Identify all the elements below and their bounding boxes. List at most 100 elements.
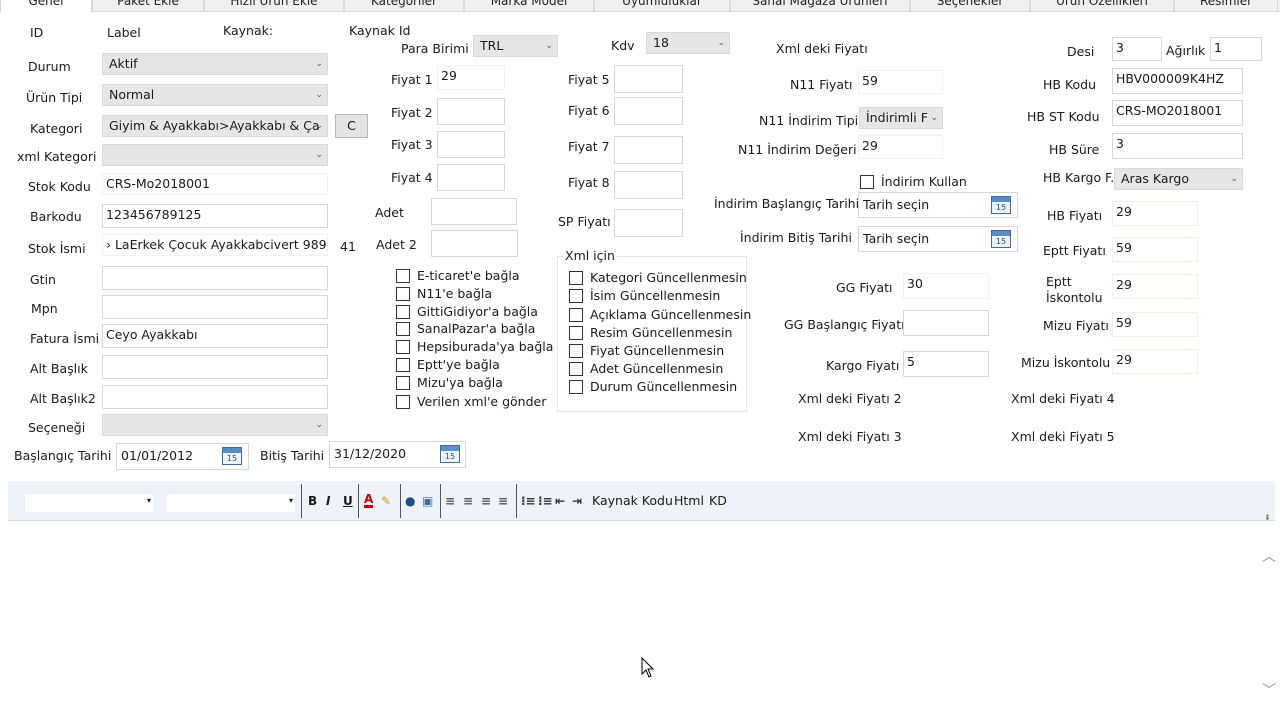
font-size-select[interactable]: ▾: [166, 493, 296, 513]
checkbox-box[interactable]: [569, 325, 583, 340]
checkbox-resim-guncellenmesin[interactable]: Resim Güncellenmesin: [569, 325, 732, 340]
font-color-button[interactable]: A: [364, 493, 374, 508]
hb-st-kodu-input[interactable]: CRS-MO2018001: [1112, 100, 1243, 126]
font-family-select[interactable]: ▾: [24, 493, 154, 513]
checkbox-kategori-guncellenmesin[interactable]: Kategori Güncellenmesin: [569, 270, 747, 285]
gg-baslangic-input[interactable]: [903, 310, 989, 336]
kategori-button[interactable]: C: [335, 114, 368, 138]
checkbox-isim-guncellenmesin[interactable]: İsim Güncellenmesin: [569, 288, 720, 303]
urun-tipi-select[interactable]: Normal ⌄: [102, 84, 328, 106]
hb-kodu-input[interactable]: HBV000009K4HZ: [1112, 68, 1243, 94]
fiyat7-input[interactable]: [614, 136, 683, 164]
checkbox-verilen-xml[interactable]: Verilen xml'e gönder: [396, 394, 546, 409]
eptt-iskontolu-input[interactable]: 29: [1112, 274, 1198, 299]
html-button[interactable]: Html: [674, 494, 704, 508]
checkbox-box[interactable]: [396, 304, 410, 319]
tab-uyumluluklar[interactable]: Uyumluluklar: [594, 0, 730, 12]
indent-icon[interactable]: ⇥: [572, 494, 582, 508]
checkbox-box[interactable]: [396, 339, 410, 354]
mizu-iskontolu-input[interactable]: 29: [1112, 349, 1198, 374]
tab-kategoriler[interactable]: Kategoriler: [344, 0, 464, 12]
outdent-icon[interactable]: ⇤: [555, 494, 565, 508]
sp-fiyati-input[interactable]: [614, 209, 683, 237]
calendar-icon[interactable]: 15: [222, 447, 242, 465]
italic-button[interactable]: I: [326, 494, 330, 508]
calendar-icon[interactable]: 15: [991, 230, 1011, 248]
kdv-select[interactable]: 18 ⌄: [646, 32, 730, 54]
adet-input[interactable]: [431, 198, 517, 225]
fiyat8-input[interactable]: [614, 171, 683, 199]
checkbox-adet-guncellenmesin[interactable]: Adet Güncellenmesin: [569, 361, 723, 376]
hb-sure-input[interactable]: 3: [1112, 133, 1243, 159]
fiyat4-input[interactable]: [437, 164, 505, 191]
toolbar-overflow-icon[interactable]: ⇟: [1264, 511, 1271, 525]
tab-secenekler[interactable]: Seçenekler: [910, 0, 1030, 12]
desi-input[interactable]: 3: [1112, 37, 1162, 61]
alt-baslik-input[interactable]: [102, 355, 328, 379]
n11-indirim-tipi-select[interactable]: İndirimli F ⌄: [859, 107, 943, 129]
tab-hizli-urun-ekle[interactable]: Hızlı Ürün Ekle: [204, 0, 344, 12]
align-center-icon[interactable]: ≡: [463, 494, 473, 508]
stok-kodu-input[interactable]: CRS-Mo2018001: [102, 173, 328, 195]
calendar-icon[interactable]: 15: [991, 196, 1011, 214]
kd-button[interactable]: KD: [709, 494, 727, 508]
checkbox-eptt[interactable]: Eptt'ye bağla: [396, 357, 500, 372]
gg-fiyati-input[interactable]: 30: [903, 273, 989, 299]
mpn-input[interactable]: [102, 295, 328, 319]
checkbox-fiyat-guncellenmesin[interactable]: Fiyat Güncellenmesin: [569, 343, 724, 358]
agirlik-input[interactable]: 1: [1210, 37, 1262, 61]
checkbox-box[interactable]: [569, 270, 583, 285]
xml-kategori-select[interactable]: ⌄: [102, 144, 328, 166]
checkbox-box[interactable]: [569, 288, 583, 303]
tab-genel[interactable]: Genel: [0, 0, 92, 13]
bold-button[interactable]: B: [308, 494, 317, 508]
tab-paket-ekle[interactable]: Paket Ekle: [92, 0, 204, 12]
tab-marka-model[interactable]: Marka Model: [464, 0, 594, 12]
link-icon[interactable]: ●: [405, 494, 415, 508]
checkbox-box[interactable]: [396, 394, 410, 409]
checkbox-box[interactable]: [860, 174, 874, 189]
tab-sanal-magaza[interactable]: Sanal Mağaza Ürünleri: [730, 0, 910, 12]
checkbox-box[interactable]: [396, 321, 410, 336]
align-left-icon[interactable]: ≡: [445, 494, 455, 508]
secenegi-select[interactable]: ⌄: [102, 414, 328, 436]
checkbox-box[interactable]: [396, 375, 410, 390]
align-right-icon[interactable]: ≡: [481, 494, 491, 508]
stok-ismi-input[interactable]: › LaErkek Çocuk Ayakkabcivert 9897-3: [102, 234, 328, 256]
hb-kargo-select[interactable]: Aras Kargo ⌄: [1114, 168, 1243, 190]
kategori-select[interactable]: Giyim & Ayakkabı>Ayakkabı & Ça ⌄: [102, 115, 328, 137]
n11-fiyati-input[interactable]: 59: [858, 70, 943, 94]
adet2-input[interactable]: [431, 230, 518, 257]
n11-indirim-degeri-input[interactable]: 29: [858, 135, 943, 159]
fiyat3-input[interactable]: [437, 131, 505, 158]
scroll-down-icon[interactable]: ﹀: [1262, 680, 1276, 700]
checkbox-box[interactable]: [396, 268, 410, 283]
checkbox-n11[interactable]: N11'e bağla: [396, 286, 492, 301]
fatura-ismi-input[interactable]: Ceyo Ayakkabı: [102, 324, 328, 348]
checkbox-indirim-kullan[interactable]: İndirim Kullan: [860, 174, 967, 189]
kaynak-kodu-button[interactable]: Kaynak Kodu: [592, 494, 673, 508]
checkbox-box[interactable]: [569, 343, 583, 358]
checkbox-box[interactable]: [396, 286, 410, 301]
checkbox-eticaret[interactable]: E-ticaret'e bağla: [396, 268, 520, 283]
ordered-list-icon[interactable]: ⁝≡: [521, 494, 536, 508]
calendar-icon[interactable]: 15: [440, 445, 460, 463]
align-justify-icon[interactable]: ≡: [498, 494, 508, 508]
checkbox-hepsiburada[interactable]: Hepsiburada'ya bağla: [396, 339, 553, 354]
checkbox-sanalpazar[interactable]: SanalPazar'a bağla: [396, 321, 535, 336]
editor-scrollbar[interactable]: ︿ ﹀: [1258, 540, 1280, 720]
barkodu-input[interactable]: 123456789125: [102, 204, 328, 228]
bullet-list-icon[interactable]: ⁝≡: [538, 494, 553, 508]
fiyat2-input[interactable]: [437, 98, 505, 125]
tab-resimler[interactable]: Resimler: [1174, 0, 1278, 12]
fiyat6-input[interactable]: [614, 97, 683, 125]
highlight-icon[interactable]: ✎: [381, 494, 391, 508]
tab-urun-ozellikleri[interactable]: Ürün Özellikleri: [1030, 0, 1174, 12]
checkbox-box[interactable]: [569, 379, 583, 394]
hb-fiyati-input[interactable]: 29: [1112, 201, 1198, 226]
checkbox-aciklama-guncellenmesin[interactable]: Açıklama Güncellenmesin: [569, 307, 751, 322]
checkbox-durum-guncellenmesin[interactable]: Durum Güncellenmesin: [569, 379, 737, 394]
image-icon[interactable]: ▣: [422, 494, 433, 508]
mizu-fiyati-input[interactable]: 59: [1112, 312, 1198, 337]
editor-content-area[interactable]: [8, 522, 1258, 720]
